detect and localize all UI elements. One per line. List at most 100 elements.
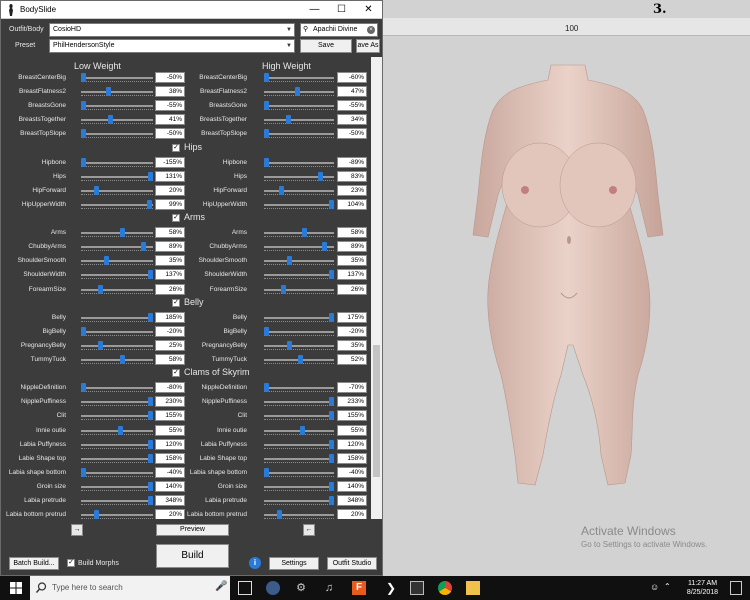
low-weight-value-field[interactable]: 155%	[155, 410, 185, 422]
minimize-icon[interactable]: —	[301, 1, 328, 18]
low-weight-slider-track[interactable]	[81, 514, 153, 517]
high-weight-value-field[interactable]: 35%	[337, 339, 367, 351]
windows-start-icon[interactable]	[10, 582, 22, 594]
chevron-right-icon[interactable]: ❯	[384, 581, 398, 595]
low-weight-slider-track[interactable]	[81, 387, 153, 390]
low-weight-slider-track[interactable]	[81, 415, 153, 418]
high-weight-value-field[interactable]: -20%	[337, 325, 367, 337]
low-weight-slider-thumb[interactable]	[97, 340, 103, 350]
low-weight-slider-thumb[interactable]	[148, 270, 153, 280]
low-weight-slider-thumb[interactable]	[148, 496, 153, 505]
low-weight-slider-track[interactable]	[81, 359, 153, 361]
build-morphs-checkbox[interactable]: ✓	[67, 559, 75, 567]
low-weight-slider-track[interactable]	[81, 485, 153, 488]
taskbar-search-box[interactable]: Type here to search 🎤	[30, 576, 230, 600]
category-checkbox[interactable]: ✓	[172, 369, 180, 378]
high-weight-value-field[interactable]: -60%	[337, 72, 367, 83]
high-weight-slider-track[interactable]	[264, 471, 334, 474]
high-weight-value-field[interactable]: 35%	[337, 255, 367, 267]
low-weight-slider-thumb[interactable]	[81, 101, 86, 111]
category-header[interactable]: ✓ Belly	[6, 297, 371, 311]
low-weight-value-field[interactable]: 140%	[155, 480, 185, 492]
low-weight-slider-thumb[interactable]	[81, 326, 86, 336]
high-weight-slider-track[interactable]	[264, 415, 334, 418]
high-weight-slider-thumb[interactable]	[264, 383, 269, 393]
low-weight-slider-track[interactable]	[81, 457, 153, 460]
high-weight-value-field[interactable]: 158%	[337, 452, 367, 464]
high-weight-value-field[interactable]: -55%	[337, 100, 367, 112]
high-weight-slider-track[interactable]	[264, 443, 334, 446]
low-weight-slider-thumb[interactable]	[148, 411, 153, 421]
high-weight-slider-thumb[interactable]	[329, 397, 334, 407]
high-weight-value-field[interactable]: -50%	[337, 128, 367, 140]
high-weight-slider-track[interactable]	[264, 232, 334, 235]
low-weight-value-field[interactable]: 35%	[155, 255, 185, 267]
low-weight-value-field[interactable]: 20%	[155, 184, 185, 196]
high-weight-value-field[interactable]: -70%	[337, 382, 367, 394]
preview-viewport[interactable]: 100 3. Activate Windows Go to Settings t…	[383, 0, 750, 576]
high-weight-slider-track[interactable]	[264, 161, 334, 164]
low-weight-slider-thumb[interactable]	[104, 256, 110, 266]
low-weight-value-field[interactable]: 58%	[155, 227, 185, 239]
low-weight-slider-thumb[interactable]	[140, 242, 146, 252]
high-weight-slider-thumb[interactable]	[264, 101, 269, 111]
low-weight-value-field[interactable]: 131%	[155, 170, 185, 182]
outfit-studio-button[interactable]: Outfit Studio	[327, 557, 377, 570]
file-explorer-icon[interactable]	[466, 581, 480, 595]
bodyslide-taskbar-icon[interactable]	[410, 581, 424, 595]
low-weight-slider-track[interactable]	[81, 260, 153, 263]
batch-build-button[interactable]: Batch Build...	[9, 557, 59, 570]
high-weight-slider-thumb[interactable]	[297, 355, 303, 364]
low-weight-slider-thumb[interactable]	[148, 453, 153, 463]
high-weight-value-field[interactable]: -40%	[337, 466, 367, 478]
high-weight-slider-thumb[interactable]	[329, 411, 334, 421]
notifications-icon[interactable]	[730, 581, 742, 595]
low-weight-slider-track[interactable]	[81, 288, 153, 291]
chevron-up-icon[interactable]: ⌃	[664, 582, 671, 591]
low-weight-slider-thumb[interactable]	[98, 284, 104, 294]
high-weight-slider-track[interactable]	[264, 203, 334, 206]
low-weight-slider-thumb[interactable]	[94, 185, 100, 195]
low-weight-value-field[interactable]: 185%	[155, 311, 185, 323]
category-header[interactable]: ✓ Hips	[6, 142, 371, 156]
low-weight-slider-track[interactable]	[81, 189, 153, 192]
low-weight-value-field[interactable]: -40%	[155, 466, 185, 478]
microphone-icon[interactable]: 🎤	[215, 581, 227, 592]
low-weight-value-field[interactable]: 55%	[155, 424, 185, 436]
taskbar-clock[interactable]: 11:27 AM 8/25/2018	[680, 579, 725, 597]
outfit-dropdown[interactable]: CosioHD ▼	[49, 23, 295, 37]
high-weight-value-field[interactable]: 83%	[337, 170, 367, 182]
high-weight-slider-thumb[interactable]	[329, 481, 334, 491]
slider-scrollbar[interactable]	[371, 57, 382, 519]
low-weight-value-field[interactable]: 26%	[155, 283, 185, 295]
low-weight-slider-thumb[interactable]	[94, 510, 100, 519]
high-weight-value-field[interactable]: 34%	[337, 114, 367, 126]
low-weight-slider-thumb[interactable]	[81, 73, 86, 82]
low-weight-slider-track[interactable]	[81, 401, 153, 404]
info-icon[interactable]: i	[249, 557, 261, 569]
speaker-icon[interactable]: ♫	[322, 581, 336, 595]
high-weight-slider-thumb[interactable]	[329, 270, 334, 280]
category-header[interactable]: ✓ Clams of Skyrim	[6, 367, 371, 381]
low-weight-slider-thumb[interactable]	[148, 171, 153, 181]
high-weight-value-field[interactable]: 155%	[337, 410, 367, 422]
high-weight-slider-thumb[interactable]	[321, 242, 327, 252]
high-weight-slider-thumb[interactable]	[329, 453, 334, 463]
save-as-button[interactable]: ave As	[356, 39, 380, 53]
low-weight-slider-track[interactable]	[81, 316, 153, 319]
people-icon[interactable]: ☺	[650, 582, 659, 592]
low-weight-slider-track[interactable]	[81, 443, 153, 446]
high-weight-value-field[interactable]: 52%	[337, 354, 367, 365]
low-weight-value-field[interactable]: 89%	[155, 241, 185, 253]
high-weight-slider-thumb[interactable]	[301, 228, 307, 238]
high-weight-slider-track[interactable]	[264, 457, 334, 460]
high-weight-value-field[interactable]: 233%	[337, 396, 367, 408]
settings-button[interactable]: Settings	[269, 557, 319, 570]
low-weight-slider-track[interactable]	[81, 203, 153, 206]
high-weight-slider-track[interactable]	[264, 274, 334, 277]
title-bar[interactable]: BodySlide — ☐ ✕	[1, 1, 382, 19]
high-weight-value-field[interactable]: 175%	[337, 311, 367, 323]
category-checkbox[interactable]: ✓	[172, 298, 180, 307]
high-weight-value-field[interactable]: 55%	[337, 424, 367, 436]
low-weight-slider-thumb[interactable]	[148, 481, 153, 491]
